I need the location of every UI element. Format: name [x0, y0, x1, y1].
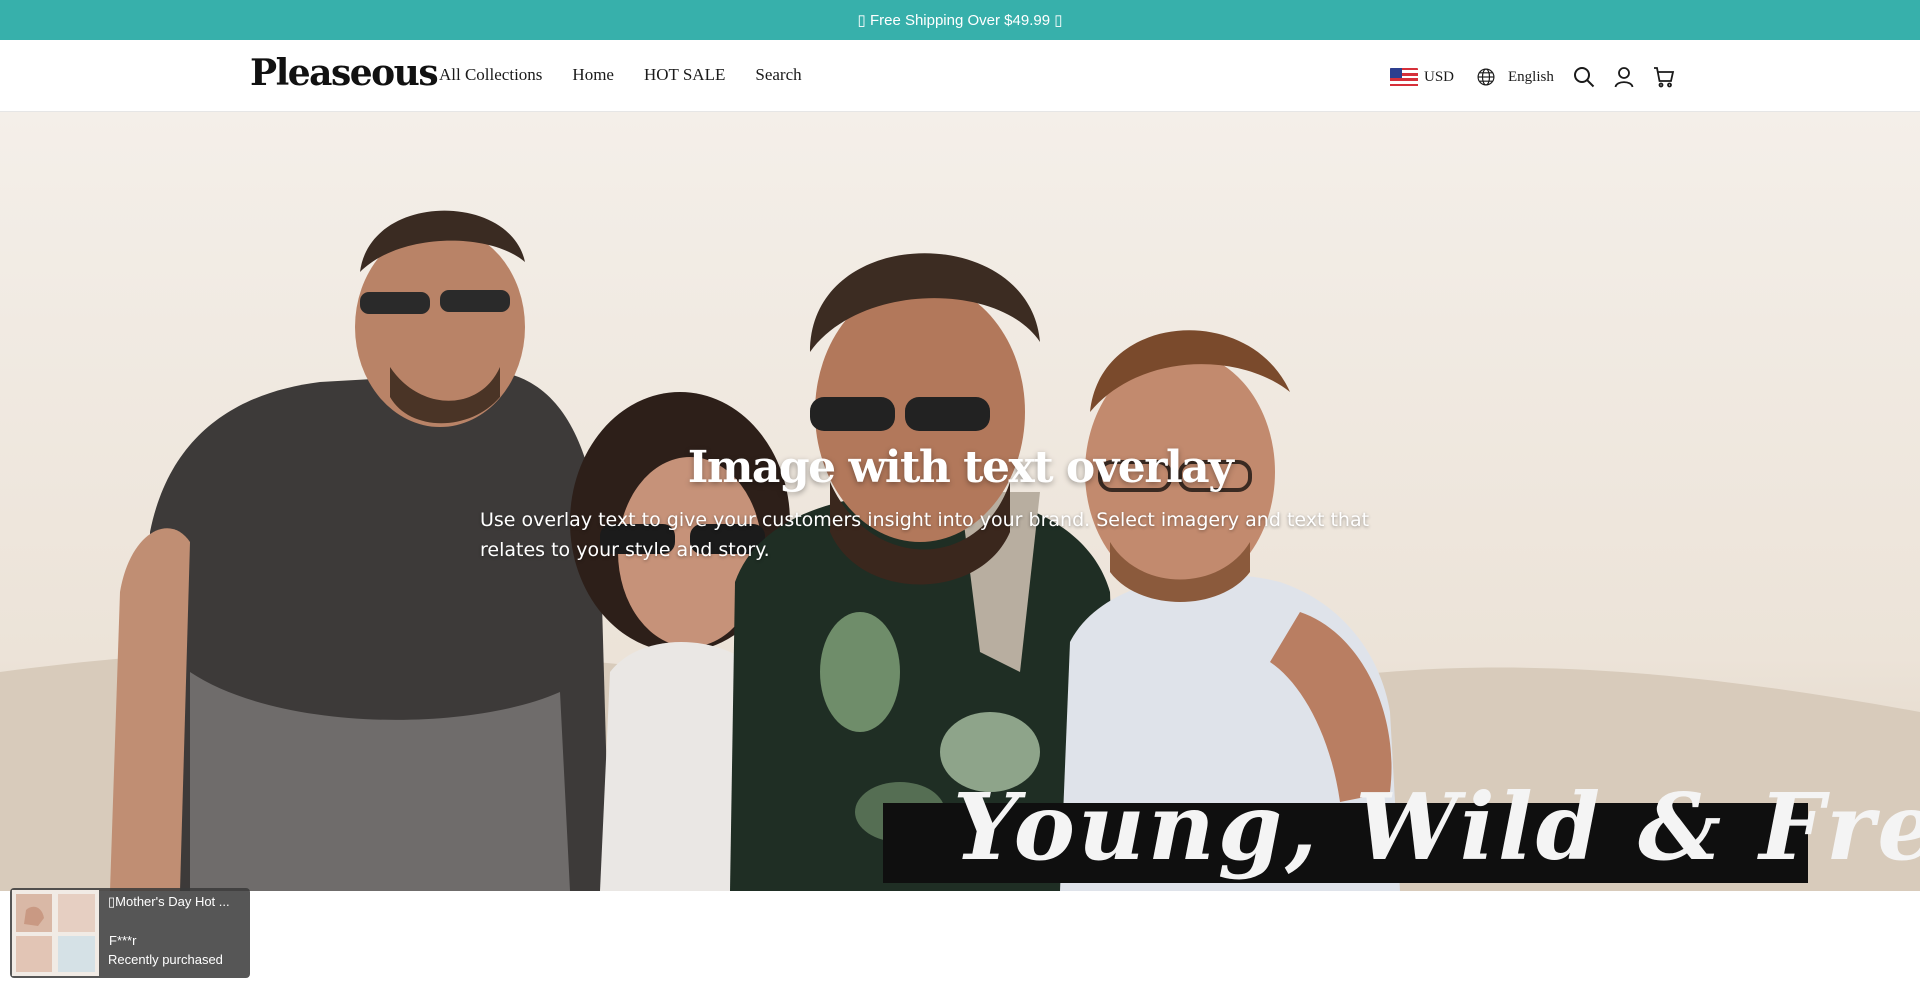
slogan-banner: Young, Wild & Free: [883, 773, 1920, 883]
account-icon[interactable]: [1612, 65, 1636, 89]
slogan-text: Young, Wild & Free: [953, 773, 1920, 881]
cart-icon[interactable]: [1652, 65, 1676, 89]
popup-status: Recently purchased: [108, 952, 223, 967]
globe-icon[interactable]: [1476, 67, 1496, 87]
hero-image-with-text: Image with text overlay Use overlay text…: [0, 112, 1920, 891]
product-thumbnail[interactable]: [12, 890, 99, 976]
brand-logo[interactable]: Pleaseous: [250, 52, 439, 94]
nav-search[interactable]: Search: [755, 65, 801, 85]
nav-home[interactable]: Home: [572, 65, 614, 85]
site-header: Pleaseous All Collections Home HOT SALE …: [0, 40, 1920, 112]
search-icon[interactable]: [1572, 65, 1596, 89]
us-flag-icon[interactable]: [1390, 67, 1418, 87]
recent-purchase-popup[interactable]: ▯Mother's Day Hot ... F***r Recently pur…: [10, 888, 250, 978]
popup-product-title[interactable]: ▯Mother's Day Hot ...: [108, 894, 246, 910]
nav-hot-sale[interactable]: HOT SALE: [644, 65, 725, 85]
main-nav: All Collections Home HOT SALE Search: [439, 65, 802, 85]
announcement-bar: ▯ Free Shipping Over $49.99 ▯: [0, 0, 1920, 40]
currency-selector[interactable]: USD: [1424, 69, 1454, 86]
hero-title: Image with text overlay: [687, 442, 1234, 493]
nav-all-collections[interactable]: All Collections: [439, 65, 542, 85]
header-utilities: USD English: [1390, 62, 1692, 92]
hero-text-overlay: Image with text overlay Use overlay text…: [480, 442, 1440, 565]
language-selector[interactable]: English: [1508, 69, 1554, 86]
popup-buyer-name: F***r: [109, 933, 137, 948]
announcement-text: ▯ Free Shipping Over $49.99 ▯: [857, 12, 1063, 29]
hero-description: Use overlay text to give your customers …: [480, 509, 1370, 561]
